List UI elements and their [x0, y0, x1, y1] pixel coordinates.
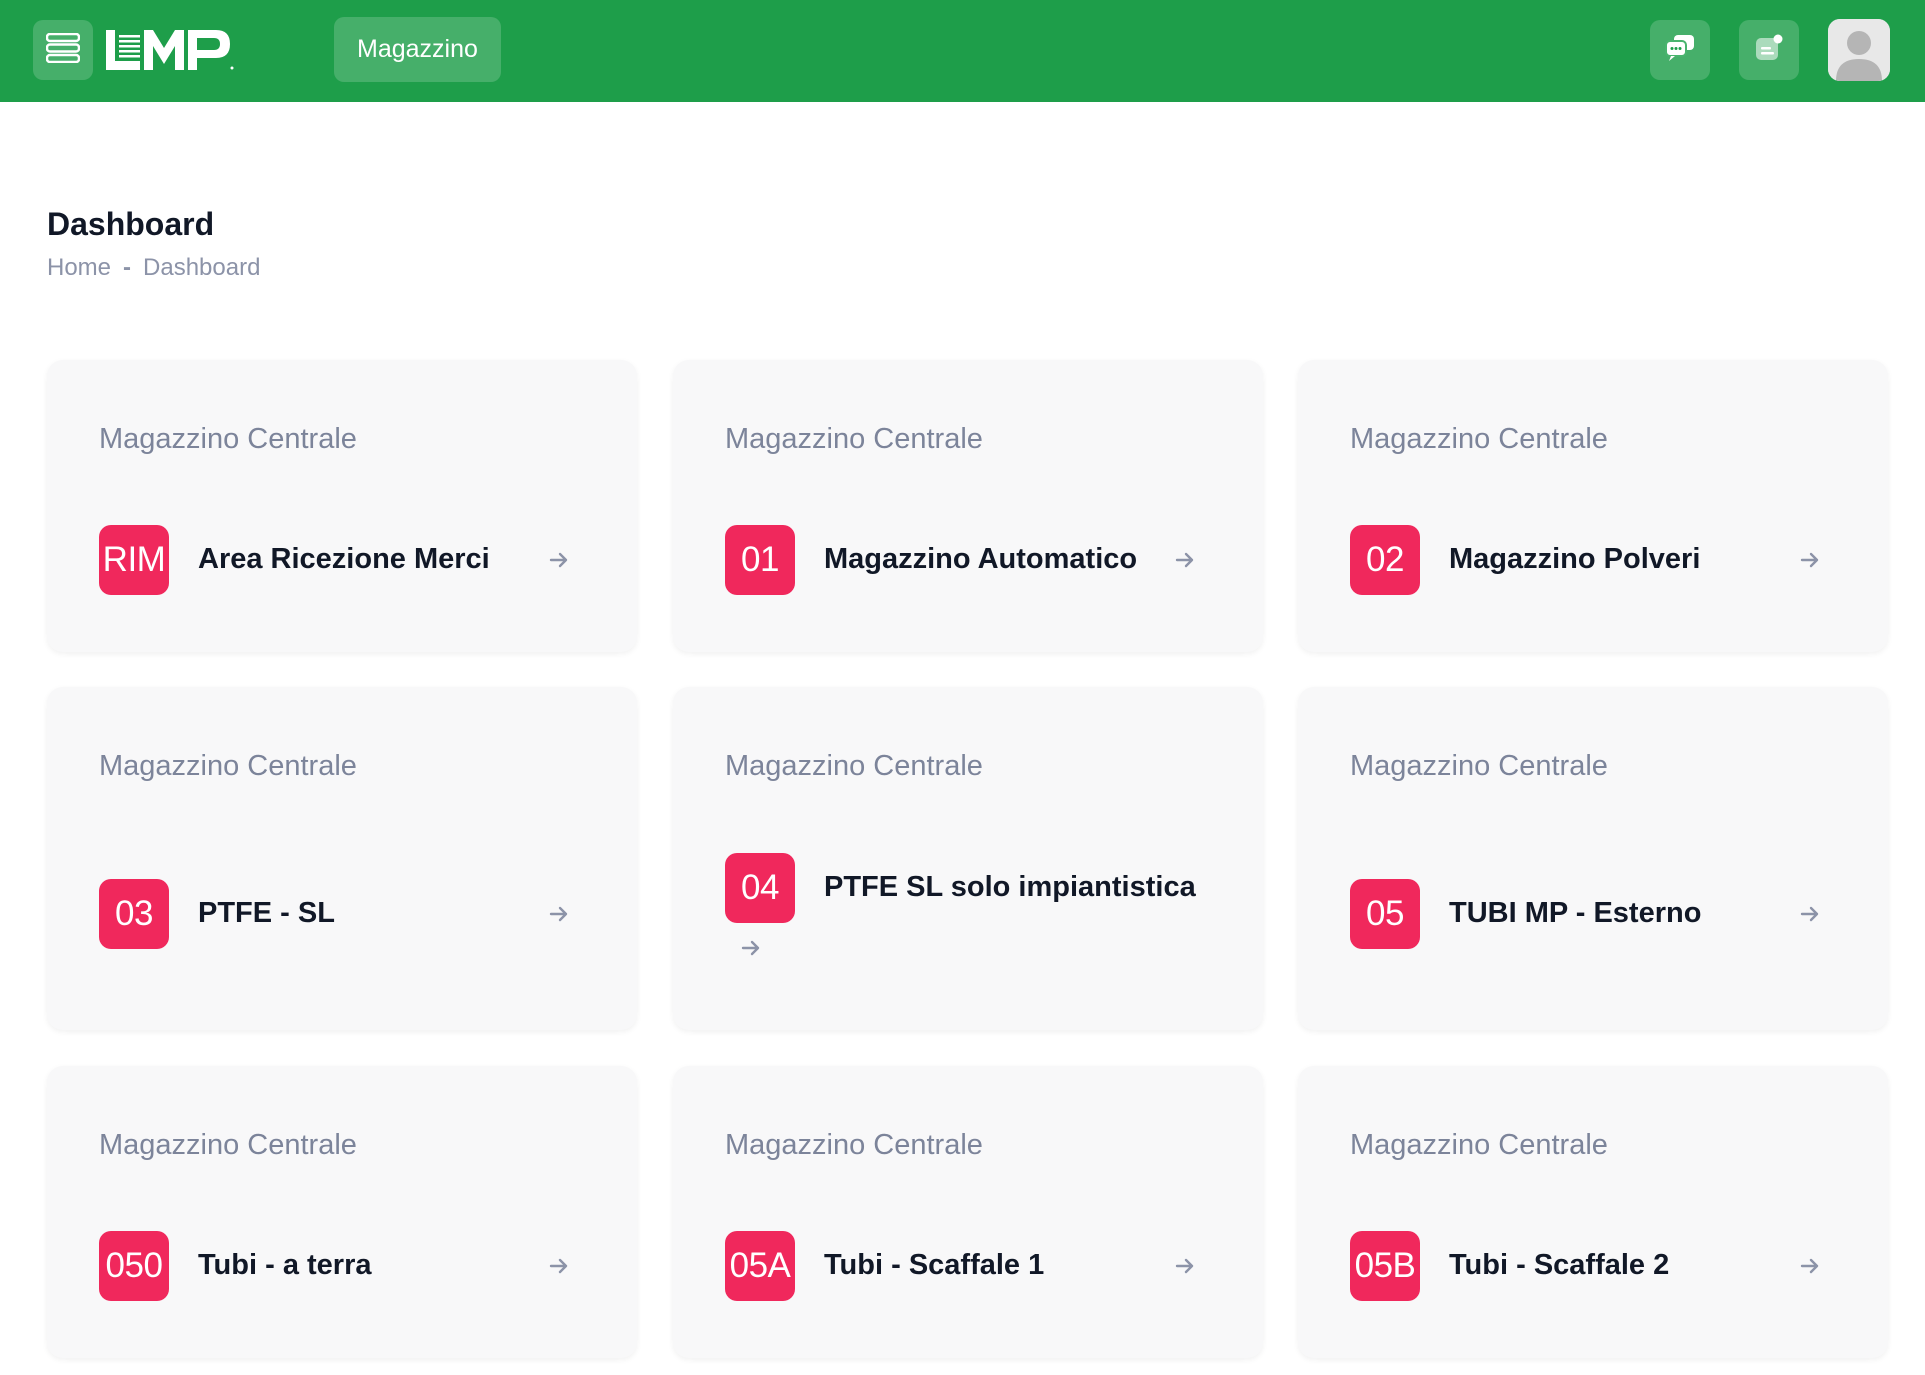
warehouse-code-badge: 05B — [1350, 1231, 1420, 1301]
arrow-right-icon[interactable] — [545, 900, 573, 928]
card-subtitle: Magazzino Centrale — [99, 423, 357, 455]
card-subtitle: Magazzino Centrale — [1350, 423, 1608, 455]
warehouse-card[interactable]: Magazzino Centrale 050 Tubi - a terra — [47, 1066, 637, 1358]
warehouse-card[interactable]: Magazzino Centrale 01 Magazzino Automati… — [673, 360, 1263, 652]
top-navbar: Magazzino — [0, 0, 1925, 102]
breadcrumb-separator: - — [123, 254, 132, 281]
card-subtitle: Magazzino Centrale — [725, 1129, 983, 1161]
warehouse-name: Tubi - a terra — [198, 1249, 372, 1281]
arrow-right-icon[interactable] — [1796, 900, 1824, 928]
breadcrumb-current: Dashboard — [143, 254, 261, 281]
arrow-right-icon[interactable] — [545, 546, 573, 574]
warehouse-name: Tubi - Scaffale 2 — [1449, 1249, 1670, 1281]
warehouse-code-badge: 050 — [99, 1231, 169, 1301]
card-subtitle: Magazzino Centrale — [1350, 750, 1608, 782]
lmp-logo[interactable] — [106, 30, 234, 70]
warehouse-name: Area Ricezione Merci — [198, 543, 490, 575]
notes-icon — [1753, 33, 1785, 68]
menu-list-icon — [45, 32, 81, 68]
warehouse-card[interactable]: Magazzino Centrale 02 Magazzino Polveri — [1298, 360, 1888, 652]
arrow-right-icon[interactable] — [545, 1252, 573, 1280]
warehouse-name: Magazzino Automatico — [824, 543, 1138, 575]
breadcrumb: Home - Dashboard — [47, 254, 260, 282]
warehouse-code-badge: 03 — [99, 879, 169, 949]
warehouse-name: TUBI MP - Esterno — [1449, 897, 1702, 929]
arrow-right-icon[interactable] — [1171, 546, 1199, 574]
warehouse-code-badge: RIM — [99, 525, 169, 595]
warehouse-name: Magazzino Polveri — [1449, 543, 1701, 575]
warehouse-card[interactable]: Magazzino Centrale 03 PTFE - SL — [47, 687, 637, 1030]
warehouse-code-badge: 01 — [725, 525, 795, 595]
page-title: Dashboard — [47, 206, 215, 242]
menu-button[interactable] — [33, 20, 93, 80]
arrow-right-icon[interactable] — [1796, 1252, 1824, 1280]
breadcrumb-home[interactable]: Home — [47, 254, 111, 282]
warehouse-card[interactable]: Magazzino Centrale 05B Tubi - Scaffale 2 — [1298, 1066, 1888, 1358]
card-subtitle: Magazzino Centrale — [1350, 1129, 1608, 1161]
warehouse-code-badge: 05 — [1350, 879, 1420, 949]
chat-button[interactable] — [1650, 20, 1710, 80]
card-subtitle: Magazzino Centrale — [99, 750, 357, 782]
card-subtitle: Magazzino Centrale — [725, 423, 983, 455]
nav-magazzino-button[interactable]: Magazzino — [334, 17, 501, 82]
card-subtitle: Magazzino Centrale — [99, 1129, 357, 1161]
chat-bubbles-icon — [1663, 33, 1697, 68]
arrow-right-icon[interactable] — [1171, 1252, 1199, 1280]
warehouse-name: PTFE SL solo impiantistica — [824, 871, 1196, 903]
user-avatar[interactable] — [1828, 19, 1890, 81]
card-subtitle: Magazzino Centrale — [725, 750, 983, 782]
warehouse-name: Tubi - Scaffale 1 — [824, 1249, 1045, 1281]
arrow-right-icon[interactable] — [1796, 546, 1824, 574]
arrow-right-icon[interactable] — [737, 934, 765, 962]
warehouse-code-badge: 02 — [1350, 525, 1420, 595]
warehouse-card[interactable]: Magazzino Centrale 05 TUBI MP - Esterno — [1298, 687, 1888, 1030]
notes-button[interactable] — [1739, 20, 1799, 80]
nav-magazzino-label: Magazzino — [357, 35, 478, 63]
warehouse-card[interactable]: Magazzino Centrale RIM Area Ricezione Me… — [47, 360, 637, 652]
warehouse-code-badge: 05A — [725, 1231, 795, 1301]
warehouse-name: PTFE - SL — [198, 897, 335, 929]
user-avatar-icon — [1828, 19, 1890, 81]
warehouse-card[interactable]: Magazzino Centrale 05A Tubi - Scaffale 1 — [673, 1066, 1263, 1358]
warehouse-card[interactable]: Magazzino Centrale 04 PTFE SL solo impia… — [673, 687, 1263, 1030]
warehouse-code-badge: 04 — [725, 853, 795, 923]
